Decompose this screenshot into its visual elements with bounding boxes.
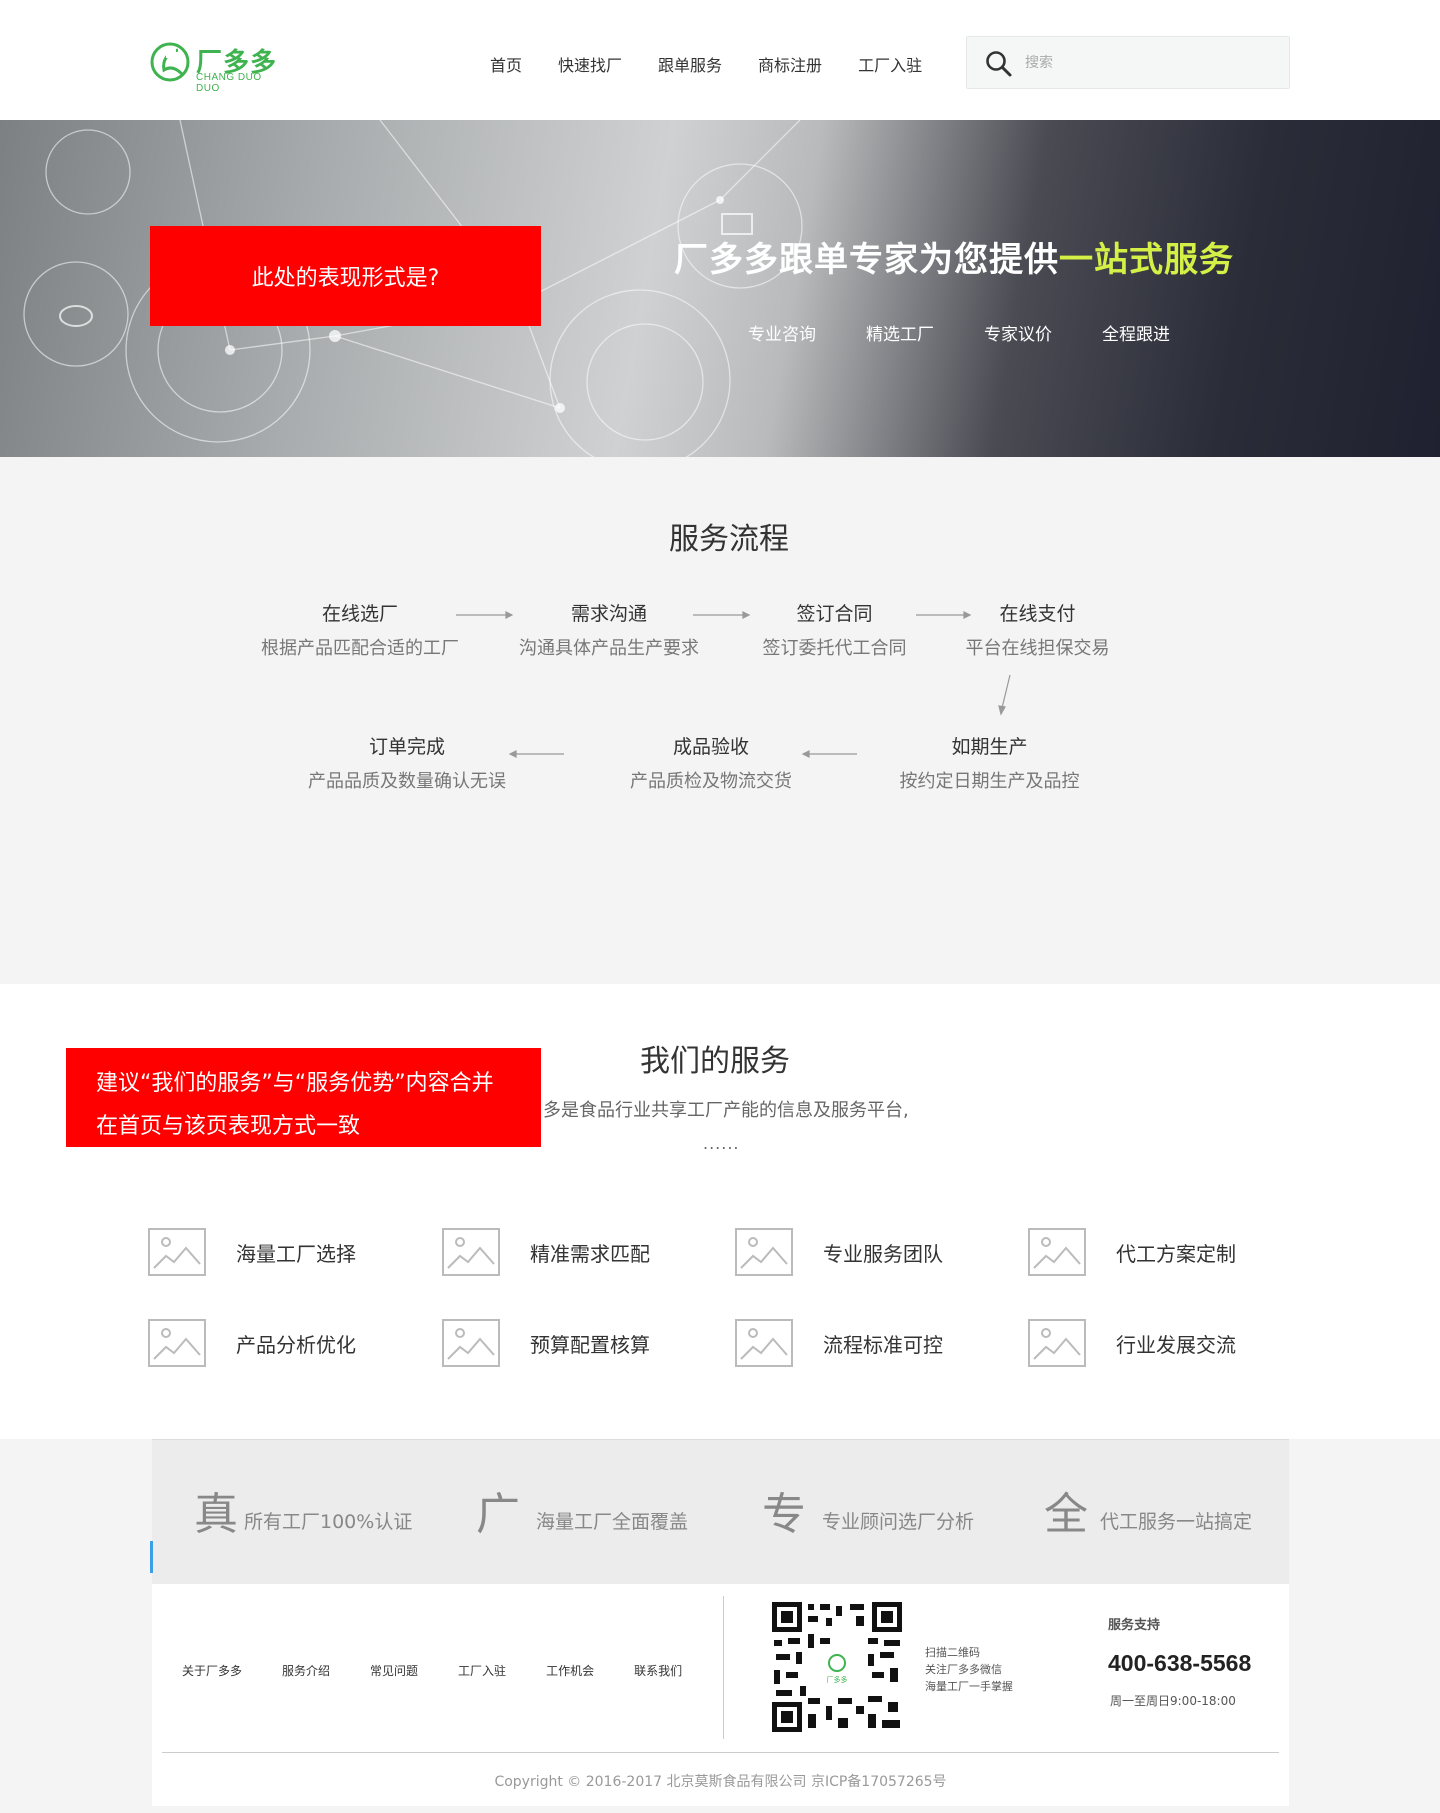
nav-item-order-service[interactable]: 跟单服务 bbox=[658, 52, 722, 76]
qr-caption-line: 海量工厂一手掌握 bbox=[925, 1680, 1013, 1693]
footer-divider bbox=[723, 1596, 724, 1739]
qr-caption-line: 扫描二维码 bbox=[925, 1646, 980, 1659]
advantage-item: 广 海量工厂全面覆盖 bbox=[476, 1492, 688, 1538]
footer-link-services[interactable]: 服务介绍 bbox=[282, 1662, 330, 1679]
main-nav: 首页 快速找厂 跟单服务 商标注册 工厂入驻 bbox=[490, 52, 958, 76]
scroll-marker bbox=[150, 1541, 153, 1573]
advantage-text: 代工服务一站搞定 bbox=[1100, 1511, 1253, 1533]
logo-text-en: CHANG DUO DUO bbox=[196, 72, 262, 94]
advantage-glyph: 专 bbox=[762, 1489, 806, 1540]
service-item-label: 代工方案定制 bbox=[1116, 1241, 1236, 1266]
service-item: 流程标准可控 bbox=[735, 1319, 943, 1367]
nav-item-home[interactable]: 首页 bbox=[490, 52, 522, 76]
support-hours: 周一至周日9:00-18:00 bbox=[1110, 1694, 1236, 1708]
image-placeholder-icon bbox=[148, 1319, 206, 1367]
service-item-label: 海量工厂选择 bbox=[236, 1241, 356, 1266]
advantage-text: 所有工厂100%认证 bbox=[244, 1511, 413, 1533]
banner-feature-followup: 全程跟进 bbox=[1102, 325, 1170, 345]
image-placeholder-icon bbox=[442, 1319, 500, 1367]
qr-brand-text: 厂多多 bbox=[827, 1675, 848, 1684]
service-item: 产品分析优化 bbox=[148, 1319, 356, 1367]
service-item-label: 行业发展交流 bbox=[1116, 1332, 1236, 1357]
process-section: 服务流程 在线选厂 根据产品匹配合适的工厂 需求沟通 沟通具体产品生产要求 签订… bbox=[0, 457, 1440, 984]
search-icon[interactable] bbox=[985, 50, 1013, 78]
footer-link-factory-join[interactable]: 工厂入驻 bbox=[458, 1662, 506, 1679]
advantage-item: 专 专业顾问选厂分析 bbox=[762, 1492, 974, 1538]
image-placeholder-icon bbox=[1028, 1228, 1086, 1276]
banner-title: 厂多多跟单专家为您提供一站式服务 bbox=[674, 232, 1234, 281]
banner-feature-negotiate: 专家议价 bbox=[984, 325, 1052, 345]
qr-caption-line: 关注厂多多微信 bbox=[925, 1663, 1002, 1676]
footer-divider bbox=[162, 1752, 1279, 1753]
image-placeholder-icon bbox=[148, 1228, 206, 1276]
review-note-line: 建议“我们的服务”与“服务优势”内容合并 bbox=[96, 1071, 494, 1096]
banner-feature-consult: 专业咨询 bbox=[748, 325, 816, 345]
search-box bbox=[966, 36, 1290, 89]
service-item: 代工方案定制 bbox=[1028, 1228, 1236, 1276]
review-note-services: 建议“我们的服务”与“服务优势”内容合并 在首页与该页表现方式一致 bbox=[66, 1048, 541, 1147]
banner-features: 专业咨询 精选工厂 专家议价 全程跟进 bbox=[748, 320, 1220, 345]
copyright: Copyright © 2016-2017 北京莫斯食品有限公司 京ICP备17… bbox=[494, 1774, 947, 1790]
service-item-label: 精准需求匹配 bbox=[530, 1241, 650, 1266]
service-item-label: 流程标准可控 bbox=[823, 1332, 943, 1357]
banner-title-highlight: 一站式服务 bbox=[1059, 240, 1234, 280]
support-phone[interactable]: 400-638-5568 bbox=[1108, 1650, 1251, 1677]
process-arrows bbox=[456, 611, 1011, 758]
services-section: 我们的服务 多是食品行业共享工厂产能的信息及服务平台, ...... 海量工厂选… bbox=[0, 984, 1440, 1439]
qr-code-icon: 厂多多 bbox=[772, 1602, 902, 1732]
banner-feature-factory: 精选工厂 bbox=[866, 325, 934, 345]
advantage-glyph: 真 bbox=[194, 1489, 238, 1540]
review-note-line: 在首页与该页表现方式一致 bbox=[96, 1114, 361, 1139]
footer-link-contact[interactable]: 联系我们 bbox=[634, 1662, 682, 1679]
nav-item-find-factory[interactable]: 快速找厂 bbox=[558, 52, 622, 76]
advantages-bar: 真 所有工厂100%认证 广 海量工厂全面覆盖 专 专业顾问选厂分析 全 代工服… bbox=[152, 1439, 1289, 1584]
advantage-text: 专业顾问选厂分析 bbox=[822, 1511, 975, 1533]
footer-link-jobs[interactable]: 工作机会 bbox=[546, 1662, 594, 1679]
service-item: 行业发展交流 bbox=[1028, 1319, 1236, 1367]
service-item-label: 专业服务团队 bbox=[823, 1241, 943, 1266]
advantage-text: 海量工厂全面覆盖 bbox=[536, 1511, 689, 1533]
footer-link-about[interactable]: 关于厂多多 bbox=[182, 1662, 242, 1679]
image-placeholder-icon bbox=[442, 1228, 500, 1276]
image-placeholder-icon bbox=[735, 1319, 793, 1367]
services-ellipsis: ...... bbox=[703, 1134, 740, 1153]
logo-mark-icon bbox=[150, 42, 190, 82]
qr-caption: 扫描二维码 关注厂多多微信 海量工厂一手掌握 bbox=[925, 1644, 1013, 1695]
nav-item-trademark[interactable]: 商标注册 bbox=[758, 52, 822, 76]
image-placeholder-icon bbox=[735, 1228, 793, 1276]
service-item: 预算配置核算 bbox=[442, 1319, 650, 1367]
advantage-item: 真 所有工厂100%认证 bbox=[194, 1492, 412, 1538]
service-item-label: 产品分析优化 bbox=[236, 1332, 356, 1357]
support-label: 服务支持 bbox=[1108, 1618, 1161, 1633]
service-item: 专业服务团队 bbox=[735, 1228, 943, 1276]
footer: 关于厂多多 服务介绍 常见问题 工厂入驻 工作机会 联系我们 厂多多 扫描二维码… bbox=[152, 1584, 1289, 1806]
service-item-label: 预算配置核算 bbox=[530, 1332, 650, 1357]
advantage-glyph: 全 bbox=[1044, 1489, 1088, 1540]
search-input[interactable] bbox=[1025, 47, 1275, 79]
nav-item-factory-join[interactable]: 工厂入驻 bbox=[858, 52, 922, 76]
logo[interactable]: 厂多多 CHANG DUO DUO bbox=[148, 38, 288, 94]
footer-link-faq[interactable]: 常见问题 bbox=[370, 1662, 418, 1679]
image-placeholder-icon bbox=[1028, 1319, 1086, 1367]
footer-links: 关于厂多多 服务介绍 常见问题 工厂入驻 工作机会 联系我们 bbox=[182, 1662, 722, 1679]
bottom-area: 真 所有工厂100%认证 广 海量工厂全面覆盖 专 专业顾问选厂分析 全 代工服… bbox=[0, 1439, 1440, 1813]
services-title: 我们的服务 bbox=[640, 1044, 790, 1079]
advantage-glyph: 广 bbox=[476, 1489, 520, 1540]
service-item: 精准需求匹配 bbox=[442, 1228, 650, 1276]
header: 厂多多 CHANG DUO DUO 首页 快速找厂 跟单服务 商标注册 工厂入驻 bbox=[0, 0, 1440, 120]
services-intro: 多是食品行业共享工厂产能的信息及服务平台, bbox=[543, 1100, 909, 1121]
review-note-banner: 此处的表现形式是? bbox=[150, 226, 541, 326]
banner-title-prefix: 厂多多跟单专家为您提供 bbox=[674, 240, 1059, 280]
advantage-item: 全 代工服务一站搞定 bbox=[1044, 1492, 1252, 1538]
service-item: 海量工厂选择 bbox=[148, 1228, 356, 1276]
